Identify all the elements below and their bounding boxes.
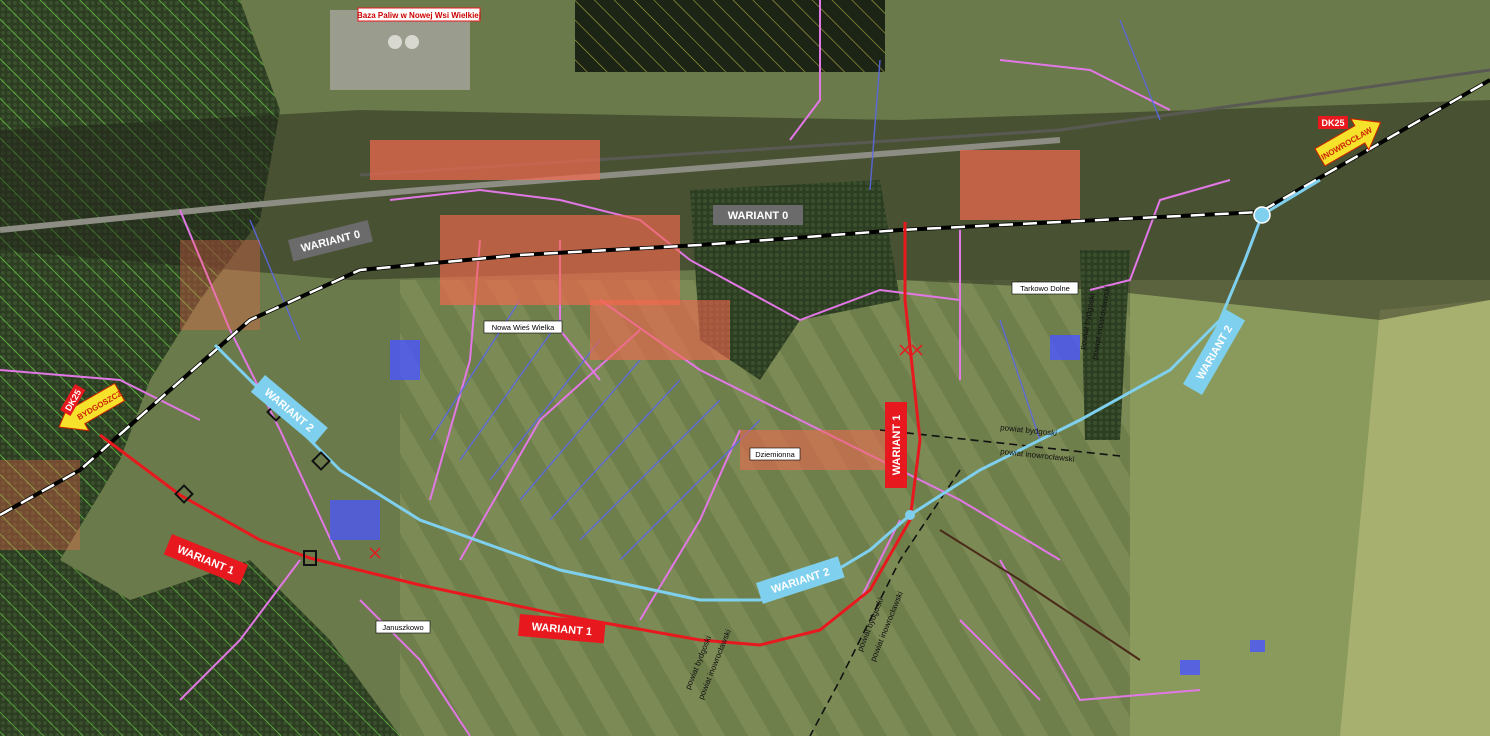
label-wariant-1-c[interactable]: WARIANT 1	[885, 402, 907, 488]
label-wariant-1-c-text: WARIANT 1	[891, 415, 903, 476]
fuel-tank	[388, 35, 402, 49]
place-tarkowo-dolne: Tarkowo Dolne	[1011, 281, 1079, 295]
forest-top-hatch	[575, 0, 885, 72]
place-januszkowo: Januszkowo	[375, 620, 431, 634]
roundabout[interactable]	[1253, 206, 1271, 224]
road-badge-dk25-right[interactable]: DK25	[1318, 116, 1348, 129]
road-badge-dk25-right-text: DK25	[1321, 118, 1344, 128]
fuel-base	[330, 10, 470, 90]
place-januszkowo-text: Januszkowo	[382, 623, 423, 632]
label-wariant-0-b[interactable]: WARIANT 0	[713, 205, 803, 225]
fuel-tank	[405, 35, 419, 49]
map-canvas[interactable]: Baza Paliw w Nowej Wsi Wielkiej WARIANT …	[0, 0, 1490, 736]
place-dziemionna-text: Dziemionna	[755, 450, 795, 459]
place-dziemionna: Dziemionna	[749, 447, 801, 461]
label-wariant-0-b-text: WARIANT 0	[728, 210, 789, 222]
fuel-base-label: Baza Paliw w Nowej Wsi Wielkiej	[357, 11, 481, 20]
place-nowa-wies-wielka: Nowa Wieś Wielka	[483, 320, 563, 334]
place-nowa-wies-wielka-text: Nowa Wieś Wielka	[492, 323, 555, 332]
interchange-point[interactable]	[905, 510, 915, 520]
place-tarkowo-dolne-text: Tarkowo Dolne	[1020, 284, 1070, 293]
